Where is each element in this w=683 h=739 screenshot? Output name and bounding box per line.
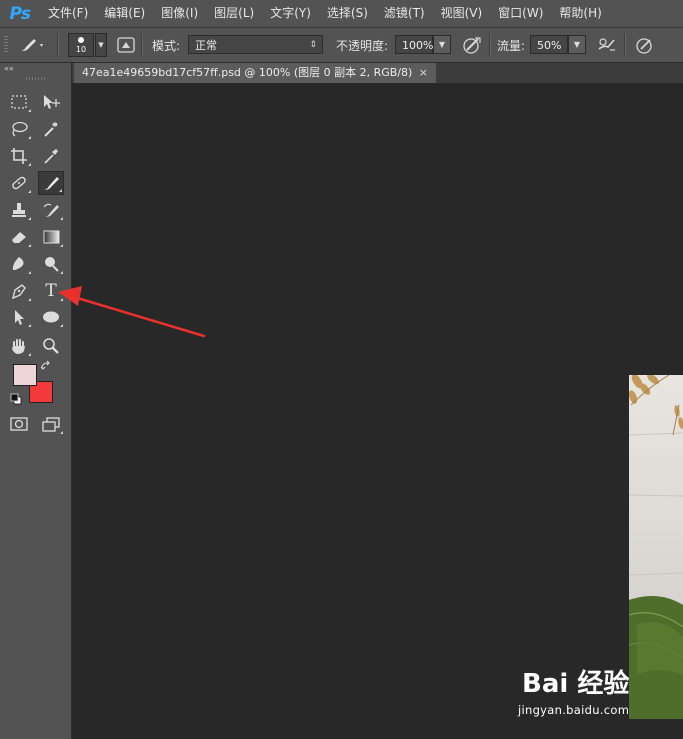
document-tab-bar: 47ea1e49659bd17cf57ff.psd @ 100% (图层 0 副… xyxy=(72,63,683,83)
screen-mode-icon[interactable] xyxy=(38,412,64,436)
menu-type[interactable]: 文字(Y) xyxy=(262,0,319,27)
options-grip xyxy=(4,36,8,54)
mode-label: 模式: xyxy=(152,39,181,53)
eyedropper-icon[interactable] xyxy=(38,144,64,168)
default-colors-icon[interactable] xyxy=(9,392,23,406)
menu-window[interactable]: 窗口(W) xyxy=(490,0,551,27)
gradient-icon[interactable] xyxy=(38,225,64,249)
photoshop-logo: Ps xyxy=(9,3,31,24)
foreground-color-swatch[interactable] xyxy=(13,364,37,386)
menu-view[interactable]: 视图(V) xyxy=(433,0,491,27)
brush-icon[interactable] xyxy=(18,36,44,54)
panel-collapse-button[interactable]: «« xyxy=(4,64,14,73)
document-tab[interactable]: 47ea1e49659bd17cf57ff.psd @ 100% (图层 0 副… xyxy=(74,63,436,83)
annotation-arrow xyxy=(58,286,206,338)
flow-dropdown-icon[interactable]: ▼ xyxy=(568,35,586,54)
chevron-down-icon[interactable]: ▼ xyxy=(95,33,107,57)
magic-wand-icon[interactable] xyxy=(38,117,64,141)
lasso-icon[interactable] xyxy=(6,117,32,141)
menu-edit[interactable]: 编辑(E) xyxy=(96,0,153,27)
menu-select[interactable]: 选择(S) xyxy=(319,0,376,27)
menu-help[interactable]: 帮助(H) xyxy=(551,0,609,27)
close-icon[interactable]: × xyxy=(419,63,428,83)
mode-dropdown-icon: ⇕ xyxy=(309,40,317,50)
flow-input[interactable]: 50% xyxy=(530,35,568,54)
dodge-icon[interactable] xyxy=(38,252,64,276)
crop-icon[interactable] xyxy=(6,144,32,168)
path-select-icon[interactable] xyxy=(6,305,32,329)
blur-icon[interactable] xyxy=(6,252,32,276)
healing-brush-icon[interactable] xyxy=(6,171,32,195)
opacity-input[interactable]: 100% xyxy=(395,35,433,54)
airbrush-icon[interactable] xyxy=(596,35,618,55)
menu-layer[interactable]: 图层(L) xyxy=(206,0,262,27)
document-tab-title: 47ea1e49659bd17cf57ff.psd @ 100% (图层 0 副… xyxy=(82,66,413,79)
menu-file[interactable]: 文件(F) xyxy=(40,0,96,27)
menu-filter[interactable]: 滤镜(T) xyxy=(376,0,433,27)
watermark-logo: Bai 经验 xyxy=(522,669,630,699)
options-bar: 10 ▼ 模式: 正常 ⇕ 不透明度: 100% ▼ 流量: 50% ▼ xyxy=(0,28,683,63)
menu-image[interactable]: 图像(I) xyxy=(153,0,206,27)
history-brush-icon[interactable] xyxy=(38,198,64,222)
brush-preset-picker[interactable]: 10 xyxy=(68,33,94,57)
rect-marquee-icon[interactable] xyxy=(6,90,32,114)
quick-mask-icon[interactable] xyxy=(6,412,32,436)
pressure-size-icon[interactable] xyxy=(634,35,656,55)
brush-size-value: 10 xyxy=(75,45,87,54)
move-icon[interactable] xyxy=(38,90,64,114)
baidu-jingyan-watermark: Bai 经验 jingyan.baidu.com xyxy=(518,663,683,723)
mode-select[interactable]: 正常 ⇕ xyxy=(188,35,323,54)
opacity-dropdown-icon[interactable]: ▼ xyxy=(433,35,451,54)
pressure-opacity-icon[interactable] xyxy=(461,35,483,55)
menu-bar: Ps 文件(F) 编辑(E) 图像(I) 图层(L) 文字(Y) 选择(S) 滤… xyxy=(0,0,683,28)
panel-grip[interactable] xyxy=(26,77,46,80)
canvas-workspace[interactable] xyxy=(72,83,683,739)
hand-icon[interactable] xyxy=(6,334,32,358)
opacity-label: 不透明度: xyxy=(336,39,389,53)
eraser-icon[interactable] xyxy=(6,225,32,249)
mode-select-value: 正常 xyxy=(195,39,217,52)
pen-icon[interactable] xyxy=(6,279,32,303)
brush-panel-toggle-icon[interactable] xyxy=(116,36,136,54)
clone-stamp-icon[interactable] xyxy=(6,198,32,222)
flow-label: 流量: xyxy=(497,39,526,53)
brush-tool-icon[interactable] xyxy=(38,171,64,195)
swap-colors-icon[interactable] xyxy=(38,359,54,373)
watermark-site: jingyan.baidu.com xyxy=(518,703,630,717)
tools-panel: «« T xyxy=(0,63,72,739)
